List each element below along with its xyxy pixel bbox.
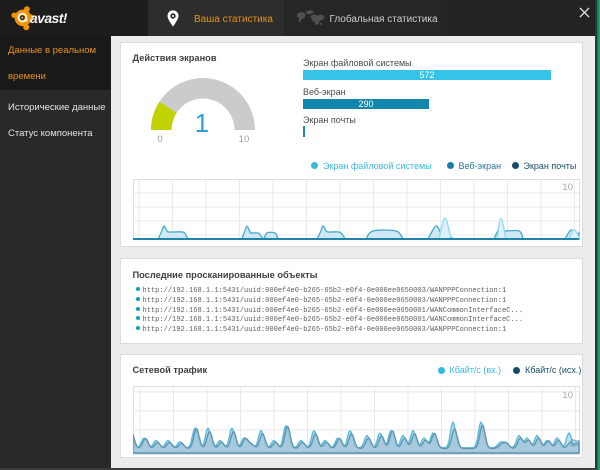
svg-text:1: 1 bbox=[194, 109, 208, 137]
svg-text:0: 0 bbox=[157, 134, 162, 145]
svg-text:10: 10 bbox=[238, 134, 249, 145]
svg-text:10: 10 bbox=[562, 390, 573, 401]
svg-text:10: 10 bbox=[562, 182, 573, 193]
